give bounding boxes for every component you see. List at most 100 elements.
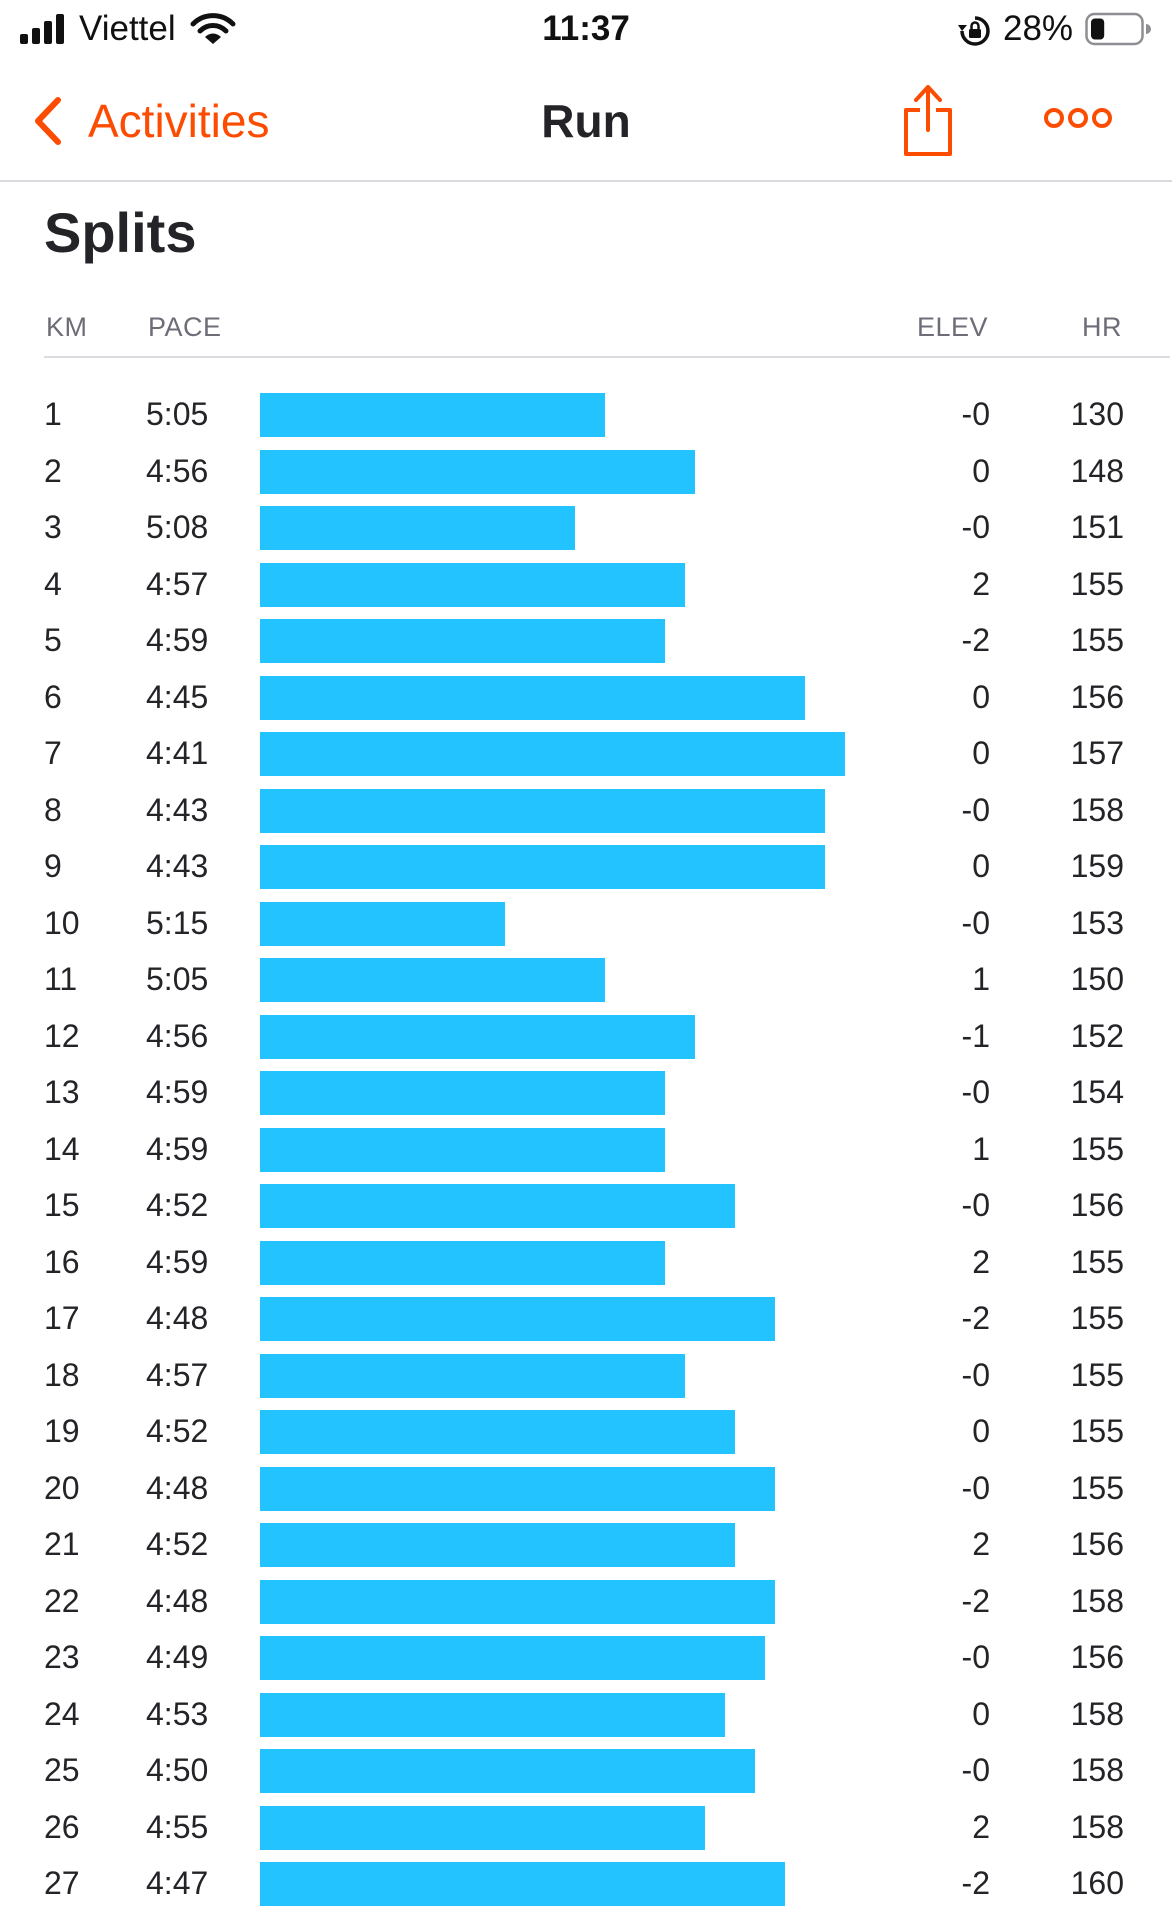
split-km: 20: [44, 1469, 80, 1506]
more-icon[interactable]: [1042, 98, 1114, 138]
split-elev: -0: [961, 1639, 990, 1675]
split-pace: 5:15: [146, 904, 209, 941]
pace-bar-track: [260, 1127, 960, 1172]
pace-bar-track: [260, 1014, 960, 1059]
split-elev: 0: [972, 848, 990, 884]
pace-bar: [260, 1014, 695, 1059]
pace-bar: [260, 732, 845, 776]
pace-bar: [260, 1353, 685, 1398]
split-row: 20 4:48 -0 155: [0, 1460, 1172, 1517]
split-km: 4: [44, 565, 62, 602]
split-pace: 4:48: [146, 1582, 209, 1619]
split-pace: 4:59: [146, 1243, 209, 1280]
split-pace: 4:52: [146, 1187, 209, 1223]
pace-bar-track: [260, 1523, 960, 1567]
split-elev: -0: [961, 396, 990, 432]
splits-title: Splits: [44, 201, 197, 264]
split-km: 16: [44, 1243, 80, 1280]
splits-table-header: KM PACE ELEV HR: [44, 304, 1170, 358]
split-hr: 150: [1070, 961, 1124, 997]
split-km: 11: [44, 961, 78, 997]
pace-bar: [260, 1410, 735, 1454]
back-label: Activities: [88, 95, 270, 147]
back-button[interactable]: Activities: [30, 88, 269, 154]
signal-icon: [20, 14, 64, 44]
split-km: 6: [44, 678, 62, 715]
column-header-hr: HR: [1082, 312, 1122, 342]
pace-bar-track: [260, 788, 960, 833]
split-pace: 4:57: [146, 1356, 209, 1393]
share-icon[interactable]: [900, 82, 956, 158]
split-row: 12 4:56 -1 152: [0, 1008, 1172, 1065]
split-elev: -0: [961, 1752, 990, 1788]
split-km: 1: [44, 396, 62, 432]
split-elev: -0: [961, 1187, 990, 1223]
split-row: 15 4:52 -0 156: [0, 1177, 1172, 1234]
split-hr: 158: [1070, 791, 1124, 828]
split-pace: 4:59: [146, 1130, 209, 1167]
pace-bar-track: [260, 393, 960, 437]
chevron-left-icon: [35, 97, 61, 145]
split-km: 12: [44, 1017, 80, 1054]
split-row: 6 4:45 0 156: [0, 669, 1172, 726]
split-pace: 4:47: [146, 1865, 209, 1901]
pace-bar: [260, 1297, 775, 1341]
split-pace: 4:43: [146, 791, 209, 828]
pace-bar: [260, 958, 605, 1002]
split-pace: 4:52: [146, 1413, 209, 1449]
column-header-elev: ELEV: [916, 312, 988, 342]
split-km: 25: [44, 1752, 80, 1788]
split-elev: 1: [972, 1130, 990, 1167]
split-km: 19: [44, 1413, 80, 1449]
split-km: 7: [44, 735, 62, 771]
pace-bar-track: [260, 1410, 960, 1454]
split-hr: 152: [1070, 1017, 1124, 1054]
pace-bar-track: [260, 1579, 960, 1624]
split-row: 26 4:55 2 158: [0, 1799, 1172, 1856]
split-row: 4 4:57 2 155: [0, 556, 1172, 613]
split-pace: 4:49: [146, 1639, 209, 1675]
split-pace: 4:59: [146, 1074, 209, 1110]
split-km: 5: [44, 622, 62, 658]
pace-bar-track: [260, 845, 960, 889]
split-row: 9 4:43 0 159: [0, 838, 1172, 895]
split-row: 5 4:59 -2 155: [0, 612, 1172, 669]
split-hr: 154: [1070, 1074, 1124, 1110]
split-hr: 148: [1070, 452, 1124, 489]
carrier-name: Viettel: [79, 9, 176, 48]
pace-bar-track: [260, 901, 960, 946]
split-elev: -2: [961, 1300, 990, 1336]
split-pace: 5:05: [146, 396, 209, 432]
split-elev: 1: [972, 961, 990, 997]
split-hr: 155: [1070, 622, 1124, 658]
split-hr: 155: [1070, 1130, 1124, 1167]
pace-bar-track: [260, 1466, 960, 1511]
split-pace: 4:56: [146, 1017, 209, 1054]
split-pace: 5:08: [146, 509, 209, 545]
pace-bar: [260, 1749, 755, 1793]
split-elev: 2: [972, 1808, 990, 1845]
pace-bar: [260, 1805, 705, 1850]
split-pace: 4:50: [146, 1752, 209, 1788]
split-elev: 0: [972, 735, 990, 771]
split-elev: 0: [972, 452, 990, 489]
split-hr: 156: [1070, 678, 1124, 715]
split-elev: 2: [972, 565, 990, 602]
split-hr: 155: [1070, 565, 1124, 602]
pace-bar: [260, 1862, 785, 1906]
split-row: 14 4:59 1 155: [0, 1121, 1172, 1178]
split-row: 22 4:48 -2 158: [0, 1573, 1172, 1630]
split-km: 2: [44, 452, 62, 489]
split-km: 8: [44, 791, 62, 828]
pace-bar: [260, 901, 505, 946]
battery-icon: [1085, 12, 1151, 46]
pace-bar-track: [260, 732, 960, 776]
split-hr: 156: [1070, 1526, 1124, 1562]
wifi-icon: [190, 13, 236, 44]
split-km: 23: [44, 1639, 80, 1675]
battery-fill: [1091, 18, 1105, 40]
split-row: 18 4:57 -0 155: [0, 1347, 1172, 1404]
pace-bar-track: [260, 1297, 960, 1341]
split-elev: -2: [961, 1865, 990, 1901]
split-row: 3 5:08 -0 151: [0, 499, 1172, 556]
